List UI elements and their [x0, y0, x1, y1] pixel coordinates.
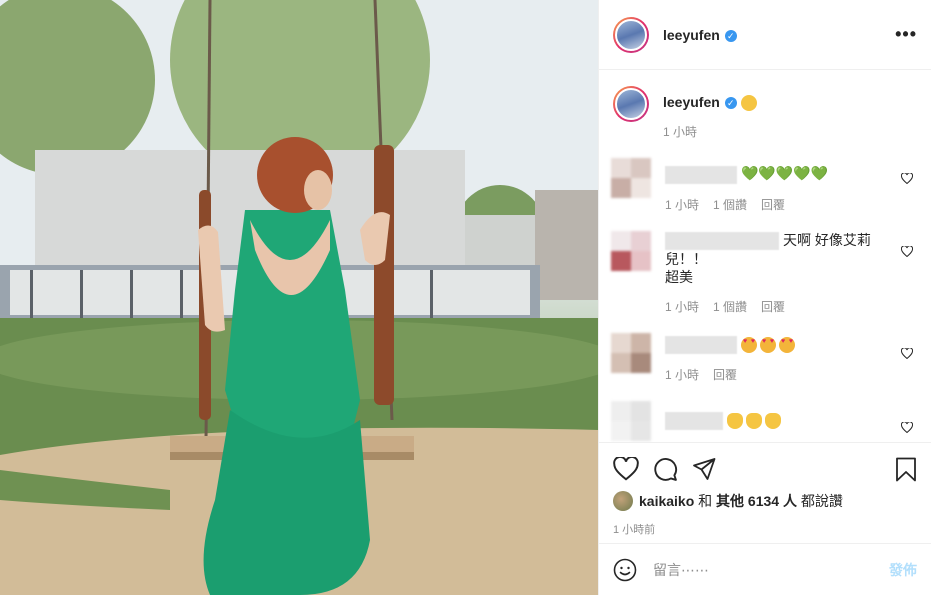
- post-timestamp[interactable]: 1 小時前: [613, 521, 917, 537]
- like-comment-heart-icon[interactable]: [900, 172, 914, 187]
- commenter-avatar[interactable]: [611, 158, 651, 199]
- like-comment-heart-icon[interactable]: [900, 421, 914, 436]
- comment-item: [611, 401, 917, 442]
- comment-likes[interactable]: 1 個讚: [713, 198, 747, 212]
- post-header: leeyufen ✓ •••: [599, 0, 931, 70]
- like-heart-icon[interactable]: [613, 457, 639, 481]
- comment-bubble-icon[interactable]: [653, 457, 678, 482]
- post-photo[interactable]: [0, 0, 598, 595]
- likes-and: 和: [698, 493, 713, 509]
- clapping-hands-emoji-icon: [746, 413, 762, 430]
- commenter-username-blurred[interactable]: [665, 336, 737, 355]
- comment-text-line2: 兒！！: [665, 250, 707, 267]
- likes-summary: kaikaiko 和 其他 6134 人 都說讚: [613, 491, 917, 511]
- reply-button[interactable]: 回覆: [761, 300, 785, 314]
- comment-text: 💚💚💚💚💚: [741, 165, 829, 182]
- photo-illustration: [0, 0, 598, 595]
- emoji-smiley-icon[interactable]: [613, 558, 637, 582]
- commenter-username-blurred[interactable]: [665, 412, 723, 431]
- commenter-avatar[interactable]: [611, 332, 651, 373]
- reply-button[interactable]: 回覆: [713, 368, 737, 382]
- comment-actions: 1 小時 回覆: [665, 366, 883, 383]
- post-actions: kaikaiko 和 其他 6134 人 都說讚 1 小時前: [599, 442, 931, 544]
- heart-eyes-emoji-icon: [779, 337, 795, 354]
- add-comment-bar: 發佈: [599, 543, 931, 595]
- verified-badge-icon: ✓: [724, 29, 737, 42]
- caption: leeyufen ✓ 1 小時: [613, 86, 917, 140]
- caption-username[interactable]: leeyufen: [663, 94, 720, 110]
- comment-time: 1 小時: [665, 197, 700, 212]
- likes-others-count[interactable]: 其他 6134 人: [716, 491, 797, 511]
- heart-eyes-emoji-icon: [741, 337, 757, 354]
- commenter-avatar[interactable]: [611, 230, 651, 271]
- commenter-username-blurred[interactable]: [665, 165, 737, 184]
- comment-input[interactable]: [651, 560, 889, 579]
- reply-button[interactable]: 回覆: [761, 198, 785, 212]
- bookmark-icon[interactable]: [895, 457, 917, 482]
- more-options-icon[interactable]: •••: [895, 24, 917, 45]
- like-comment-heart-icon[interactable]: [900, 244, 914, 260]
- comment-actions: 1 小時 1 個讚 回覆: [665, 196, 883, 213]
- clapping-hands-emoji-icon: [765, 413, 781, 430]
- comment-actions: 1 小時 1 個讚 回覆: [665, 298, 883, 315]
- comment-item: 1 小時回覆: [611, 332, 917, 383]
- share-paper-plane-icon[interactable]: [692, 457, 717, 481]
- post-comment-button[interactable]: 發佈: [889, 560, 917, 580]
- person-emoji-icon: [740, 95, 757, 112]
- comment-item: 天啊 好像艾莉 兒！！ 超美 1 小時 1 個讚 回覆: [611, 230, 917, 315]
- comment-text-line1: 天啊 好像艾莉: [783, 231, 871, 248]
- liker-username[interactable]: kaikaiko: [639, 493, 694, 509]
- comment-time: 1 小時: [665, 368, 700, 383]
- comment-likes[interactable]: 1 個讚: [713, 300, 747, 314]
- likes-suffix: 都說讚: [800, 493, 843, 509]
- clapping-hands-emoji-icon: [727, 413, 743, 430]
- author-avatar[interactable]: [613, 16, 649, 53]
- commenter-avatar[interactable]: [611, 401, 651, 442]
- author-username[interactable]: leeyufen ✓: [663, 27, 737, 43]
- heart-eyes-emoji-icon: [760, 337, 776, 354]
- like-comment-heart-icon[interactable]: [900, 347, 914, 362]
- caption-time[interactable]: 1 小時: [663, 123, 757, 140]
- commenter-username-blurred[interactable]: [665, 231, 779, 250]
- post-side-panel: leeyufen ✓ ••• leeyufen ✓ 1 小時 💚💚💚💚💚 1 小時 1…: [598, 0, 931, 595]
- comment-item: 💚💚💚💚💚 1 小時 1 個讚 回覆: [611, 158, 917, 213]
- comment-text-line3: 超美: [665, 268, 693, 285]
- action-icons-row: [613, 443, 917, 495]
- liker-avatar[interactable]: [613, 491, 633, 511]
- comments-list[interactable]: leeyufen ✓ 1 小時 💚💚💚💚💚 1 小時 1 個讚 回覆 天啊 好像…: [599, 70, 931, 442]
- comment-time: 1 小時: [665, 299, 700, 314]
- verified-badge-icon: ✓: [724, 97, 737, 110]
- caption-author-avatar[interactable]: [613, 86, 649, 122]
